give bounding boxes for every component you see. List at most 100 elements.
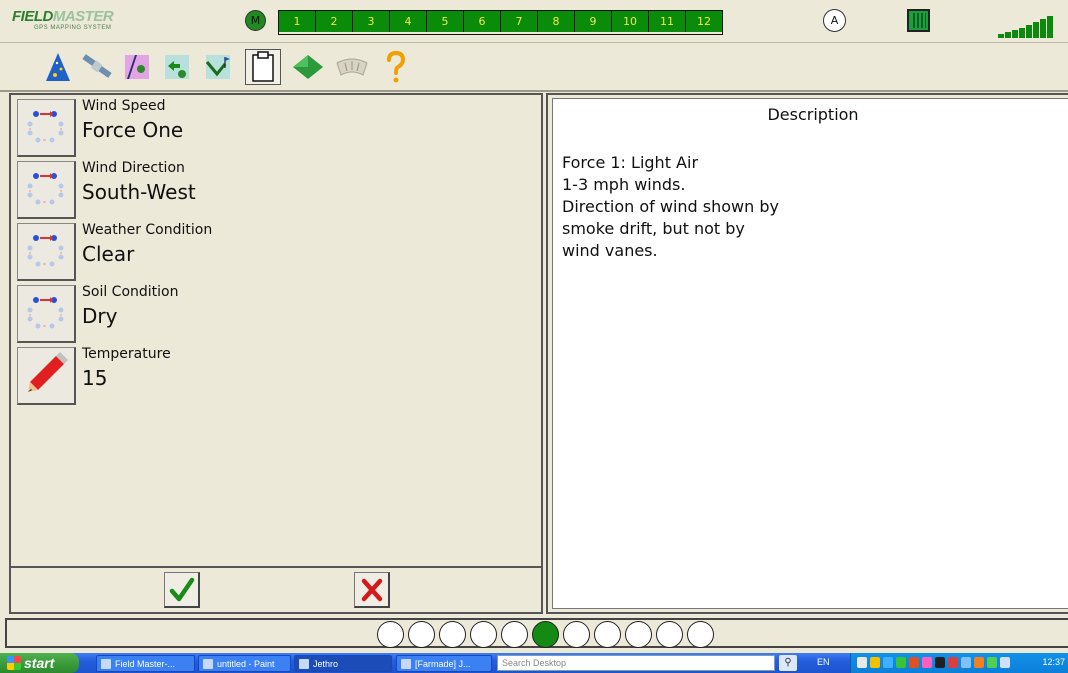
paint-icon: [203, 659, 213, 669]
logo-text-light: MASTER: [52, 8, 114, 25]
cycle-arrows-icon: [24, 106, 68, 150]
condition-row: Wind Speed Force One: [17, 98, 517, 157]
field-number-12[interactable]: 12: [686, 11, 722, 32]
field-number-6[interactable]: 6: [464, 11, 501, 32]
field-number-4[interactable]: 4: [390, 11, 427, 32]
field-number-7[interactable]: 7: [501, 11, 538, 32]
description-line: Force 1: Light Air: [562, 153, 699, 172]
logo-subtitle: GPS MAPPING SYSTEM: [34, 25, 112, 31]
start-button[interactable]: start: [0, 653, 79, 673]
battery-icon: [907, 9, 930, 32]
page-dot[interactable]: [408, 621, 435, 648]
satellite-icon[interactable]: [79, 49, 115, 85]
cycle-value-button[interactable]: [17, 223, 76, 281]
description-box: Description Force 1: Light Air 1-3 mph wi…: [552, 98, 1068, 609]
condition-row: Temperature 15: [17, 346, 517, 405]
page-dot[interactable]: [625, 621, 652, 648]
help-icon[interactable]: [378, 49, 414, 85]
page-dot[interactable]: [439, 621, 466, 648]
page-dot[interactable]: [594, 621, 621, 648]
cycle-value-button[interactable]: [17, 285, 76, 343]
page-dot[interactable]: [656, 621, 683, 648]
description-panel: Description Force 1: Light Air 1-3 mph wi…: [546, 93, 1068, 614]
tray-icon[interactable]: [935, 657, 945, 668]
top-bar: FIELDMASTER GPS MAPPING SYSTEM M 1234567…: [0, 0, 1068, 43]
field-number-2[interactable]: 2: [316, 11, 353, 32]
condition-label: Weather Condition: [82, 222, 213, 238]
manual-mode-button[interactable]: M: [245, 10, 266, 31]
field-map-icon[interactable]: [119, 49, 155, 85]
description-line: smoke drift, but not by: [562, 219, 745, 238]
toolbar: [0, 43, 1068, 92]
task-label: Field Master-...: [115, 659, 176, 669]
condition-label: Wind Speed: [82, 98, 166, 114]
app-window-icon: [101, 659, 111, 669]
cancel-button[interactable]: [354, 572, 390, 608]
leaf-icon[interactable]: [290, 49, 326, 85]
cycle-arrows-icon: [24, 292, 68, 336]
condition-label: Temperature: [82, 346, 171, 362]
field-number-9[interactable]: 9: [575, 11, 612, 32]
condition-label: Wind Direction: [82, 160, 185, 176]
search-icon[interactable]: ⚲: [779, 655, 797, 671]
field-flag-icon[interactable]: [200, 49, 236, 85]
description-line: wind vanes.: [562, 241, 658, 260]
tray-icon[interactable]: [896, 657, 906, 668]
field-number-10[interactable]: 10: [612, 11, 649, 32]
confirm-button[interactable]: [164, 572, 200, 608]
cycle-value-button[interactable]: [17, 99, 76, 157]
tray-icon[interactable]: [974, 657, 984, 668]
task-label: Jethro: [313, 659, 339, 669]
action-bar: [11, 566, 541, 612]
conditions-panel: Wind Speed Force One Wind Direction South-W…: [9, 93, 543, 614]
taskbar-item-field-master[interactable]: Field Master-...: [96, 655, 195, 672]
taskbar-item-farmade[interactable]: [Farmade] J...: [396, 655, 492, 672]
condition-value: 15: [82, 366, 108, 390]
page-dot[interactable]: [563, 621, 590, 648]
tray-icon[interactable]: [909, 657, 919, 668]
start-label: start: [24, 655, 55, 671]
page-dot[interactable]: [501, 621, 528, 648]
edit-value-button[interactable]: [17, 347, 76, 405]
condition-value: Force One: [82, 118, 184, 142]
field-number-1[interactable]: 1: [279, 11, 316, 32]
condition-value: South-West: [82, 180, 196, 204]
windows-taskbar: start Field Master-... untitled - Paint …: [0, 653, 1068, 673]
description-line: 1-3 mph winds.: [562, 175, 686, 194]
cycle-arrows-icon: [24, 230, 68, 274]
taskbar-item-jethro[interactable]: Jethro: [294, 655, 392, 672]
tray-icon[interactable]: [857, 657, 867, 668]
tray-icon[interactable]: [948, 657, 958, 668]
page-dot[interactable]: [532, 621, 559, 648]
tray-icon[interactable]: [883, 657, 893, 668]
condition-row: Weather Condition Clear: [17, 222, 517, 281]
page-dot[interactable]: [687, 621, 714, 648]
description-line: Direction of wind shown by: [562, 197, 779, 216]
condition-value: Dry: [82, 304, 118, 328]
auto-mode-button[interactable]: A: [823, 9, 846, 32]
tray-icon[interactable]: [870, 657, 880, 668]
tray-icon[interactable]: [987, 657, 997, 668]
field-number-11[interactable]: 11: [649, 11, 686, 32]
checkmark-icon: [169, 577, 194, 601]
logo-text-bold: FIELD: [12, 8, 53, 25]
cycle-arrows-icon: [24, 168, 68, 212]
field-number-3[interactable]: 3: [353, 11, 390, 32]
gauge-icon[interactable]: [334, 49, 370, 85]
clipboard-icon[interactable]: [245, 49, 281, 85]
cycle-value-button[interactable]: [17, 161, 76, 219]
tray-icon[interactable]: [961, 657, 971, 668]
page-dot[interactable]: [470, 621, 497, 648]
language-indicator[interactable]: EN: [817, 657, 830, 667]
field-number-8[interactable]: 8: [538, 11, 575, 32]
field-back-icon[interactable]: [159, 49, 195, 85]
taskbar-item-paint[interactable]: untitled - Paint: [198, 655, 291, 672]
page-indicator-bar: [5, 618, 1068, 648]
field-number-5[interactable]: 5: [427, 11, 464, 32]
wizard-icon[interactable]: [40, 49, 76, 85]
tray-icon[interactable]: [1000, 657, 1010, 668]
desktop-search-input[interactable]: Search Desktop: [497, 655, 775, 671]
app-window-icon: [299, 659, 309, 669]
tray-icon[interactable]: [922, 657, 932, 668]
page-dot[interactable]: [377, 621, 404, 648]
